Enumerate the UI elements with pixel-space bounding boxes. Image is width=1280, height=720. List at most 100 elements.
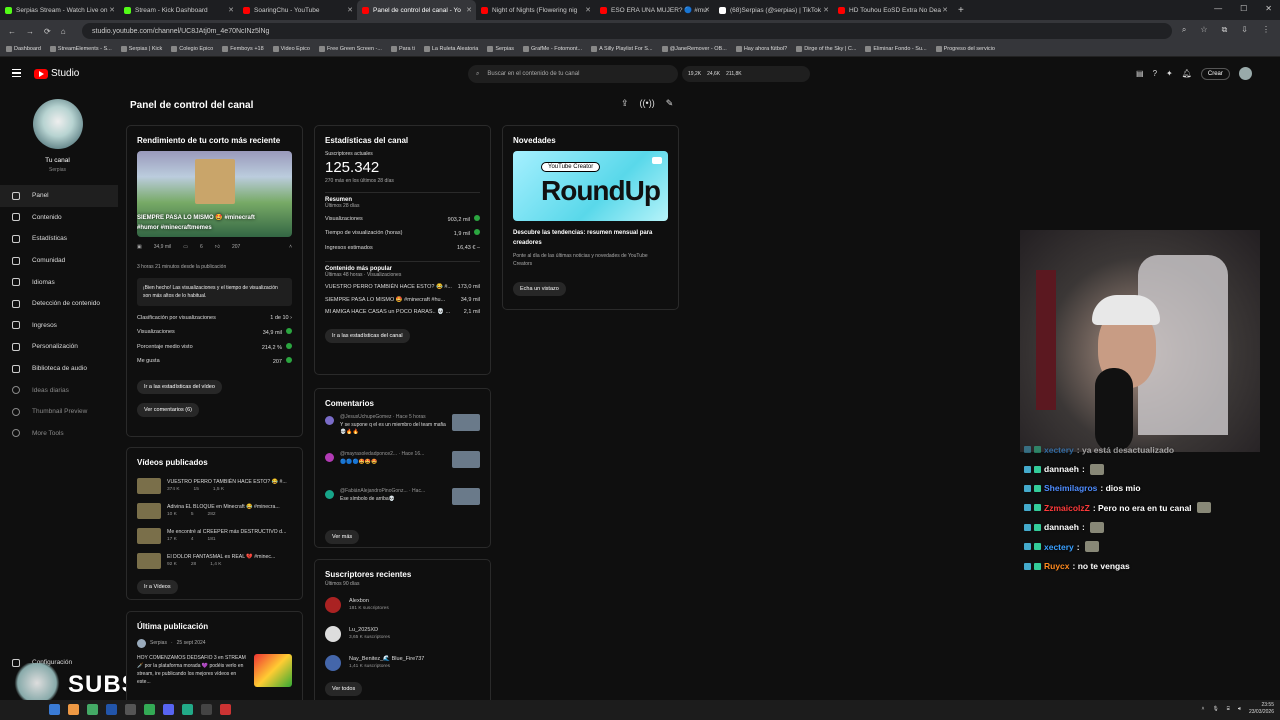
sidebar-item-idiomas[interactable]: Idiomas (0, 271, 118, 293)
maximize-icon[interactable]: ☐ (1240, 4, 1247, 13)
download-icon[interactable]: ⇩ (1241, 25, 1248, 35)
account-avatar[interactable] (1238, 67, 1252, 80)
window-controls[interactable]: — ☐ ✕ (1214, 4, 1272, 13)
news-headline[interactable]: Descubre las tendencias: resumen mensual… (513, 229, 668, 248)
browser-tab[interactable]: HD Touhou EoSD Extra No Dea ✕ (833, 0, 952, 20)
taskbar-app-icon[interactable] (30, 704, 41, 715)
tab-close-icon[interactable]: ✕ (823, 6, 829, 14)
bookmark-item[interactable]: Serpias (487, 46, 514, 52)
sidebar-item-ideas-diarias[interactable]: Ideas diarias (0, 379, 118, 401)
live-icon[interactable]: ((•)) (640, 98, 655, 109)
bookmark-item[interactable]: GrafMe - Fotomont... (523, 46, 582, 52)
bookmark-item[interactable]: Femboys +18 (222, 46, 264, 52)
clock[interactable]: 23:55 23/03/2026 (1249, 702, 1274, 715)
metric-row[interactable]: Clasificación por visualizaciones 1 de 10… (137, 311, 292, 325)
back-icon[interactable]: ← (8, 27, 16, 36)
realtime-stats[interactable]: 19,2K 24,6K 211,8K (682, 66, 810, 82)
minimize-icon[interactable]: — (1214, 4, 1222, 13)
sidebar-item-panel[interactable]: Panel (0, 185, 118, 207)
upload-icon[interactable]: ⇪ (621, 98, 629, 109)
channel-stats-button[interactable]: Ir a las estadísticas del canal (325, 329, 410, 344)
comment-item[interactable]: @FabiánAlejandroPinoGonz... · Hac... Ese … (325, 488, 480, 525)
browser-tab[interactable]: Night of Nights (Flowering nig ✕ (476, 0, 595, 20)
sidebar-item-comunidad[interactable]: Comunidad (0, 250, 118, 272)
collapse-chevron-icon[interactable]: ˄ (289, 244, 292, 250)
bookmark-item[interactable]: @JaneRemover - OB... (661, 46, 727, 52)
network-icon[interactable]: ⌸ (1227, 706, 1230, 712)
bookmark-item[interactable]: Colegio Epico (171, 46, 213, 52)
bookmark-item[interactable]: Serpias | Kick (120, 46, 162, 52)
browser-tab[interactable]: Panel de control del canal - Yo ✕ (357, 0, 476, 20)
see-more-button[interactable]: Ver más (325, 530, 360, 544)
subscriber-item[interactable]: Nay_Benitez_🌊 Blue_Fire737 1,41 K suscrip… (325, 648, 480, 677)
sidebar-item-biblioteca-de-audio[interactable]: Biblioteca de audio (0, 358, 118, 380)
extensions-icon[interactable]: ⧉ (1222, 25, 1228, 35)
taskbar-app-icon[interactable] (201, 704, 212, 715)
forward-icon[interactable]: → (26, 27, 34, 36)
captions-icon[interactable]: ▤ (1136, 69, 1144, 78)
search-input[interactable]: ⌕ Buscar en el contenido de tu canal (468, 65, 678, 83)
bookmark-item[interactable]: Eliminar Fondo - Su... (865, 46, 927, 52)
short-video-title[interactable]: SIEMPRE PASA LO MISMO 🤩 #minecraft #humo… (137, 214, 277, 233)
bookmark-item[interactable]: A Silly Playlist For S... (591, 46, 653, 52)
taskbar-app-icon[interactable] (125, 704, 136, 715)
sidebar-item-contenido[interactable]: Contenido (0, 207, 118, 229)
bookmark-item[interactable]: Hay ahora fútbol? (735, 46, 787, 52)
url-field[interactable]: studio.youtube.com/channel/UC8JAtj0m_4e7… (82, 23, 1172, 39)
bookmark-item[interactable]: La Ruleta Aleatoria (423, 46, 478, 52)
sidebar-item-more-tools[interactable]: More Tools (0, 423, 118, 445)
browser-tab[interactable]: (68)Serpias (@serpias) | TikTok ✕ (714, 0, 833, 20)
bookmark-star-icon[interactable]: ☆ (1200, 25, 1207, 35)
taskbar-app-icon[interactable] (106, 704, 117, 715)
sidebar-item-ingresos[interactable]: Ingresos (0, 315, 118, 337)
browser-tab[interactable]: Serpias Stream - Watch Live on ✕ (0, 0, 119, 20)
create-button[interactable]: Crear (1200, 67, 1230, 80)
subscriber-item[interactable]: Alexbon 181 K suscriptores (325, 590, 480, 619)
browser-tab[interactable]: ESO ERA UNA MUJER? 🔵 #mu ✕ (595, 0, 714, 20)
reload-icon[interactable]: ⟳ (44, 27, 51, 36)
comment-item[interactable]: @JesusUchupeGomez · Hace 5 horas Y se sup… (325, 414, 480, 451)
notifications-icon[interactable]: 🔔︎ (1182, 69, 1192, 78)
sidebar-item-estadísticas[interactable]: Estadísticas (0, 228, 118, 250)
tab-close-icon[interactable]: ✕ (585, 6, 591, 14)
zoom-icon[interactable]: ⌕ (1182, 25, 1186, 35)
list-item[interactable]: El DOLOR FANTASMAL es REAL 💔 #minec... 92… (137, 548, 292, 573)
home-icon[interactable]: ⌂ (61, 27, 66, 36)
taskbar-app-icon[interactable] (163, 704, 174, 715)
sidebar-item-personalización[interactable]: Personalización (0, 336, 118, 358)
bookmark-item[interactable]: StreamElements - S... (49, 46, 112, 52)
tab-close-icon[interactable]: ✕ (347, 6, 353, 14)
bookmark-item[interactable]: Progreso del servicio (935, 46, 995, 52)
tray-chevron-icon[interactable]: ˄ (1202, 706, 1205, 712)
video-stats-button[interactable]: Ir a las estadísticas del vídeo (137, 380, 222, 395)
taskbar-app-icon[interactable] (87, 704, 98, 715)
browser-tab[interactable]: Stream - Kick Dashboard ✕ (119, 0, 238, 20)
list-item[interactable]: Adivina EL BLOQUE en Minecraft 😂 #minecr… (137, 498, 292, 523)
volume-icon[interactable]: 🔊︎ (1238, 706, 1241, 712)
menu-dots-icon[interactable]: ⋮ (1262, 25, 1270, 35)
tab-close-icon[interactable]: ✕ (466, 6, 472, 14)
bookmark-item[interactable]: Free Green Screen -... (318, 46, 382, 52)
check-it-out-button[interactable]: Echa un vistazo (513, 282, 566, 297)
subscriber-item[interactable]: Lu_2025XD 3,65 K suscriptores (325, 619, 480, 648)
bookmark-item[interactable]: Dashboard (6, 46, 41, 52)
popular-row[interactable]: SIEMPRE PASA LO MISMO 🤩 #minecraft #hu..… (325, 293, 480, 306)
taskbar-app-icon[interactable] (144, 704, 155, 715)
post-image[interactable] (254, 654, 292, 687)
tab-close-icon[interactable]: ✕ (704, 6, 710, 14)
sidebar-item-thumbnail-preview[interactable]: Thumbnail Preview (0, 401, 118, 423)
popular-row[interactable]: MI AMIGA HACE CASAS un POCO RARAS.. 💀 ..… (325, 306, 480, 319)
bookmark-item[interactable]: Dirge of the Sky | C... (796, 46, 856, 52)
list-item[interactable]: VUESTRO PERRO TAMBIÉN HACE ESTO? 😂 #... 3… (137, 473, 292, 498)
bookmark-item[interactable]: Para ti (390, 46, 415, 52)
close-window-icon[interactable]: ✕ (1265, 4, 1272, 13)
taskbar-app-icon[interactable] (68, 704, 79, 715)
bookmark-item[interactable]: Video Epico (272, 46, 310, 52)
help-icon[interactable]: ? (1153, 69, 1157, 78)
hamburger-menu-icon[interactable] (12, 69, 21, 77)
tab-close-icon[interactable]: ✕ (228, 6, 234, 14)
taskbar-app-icon[interactable] (182, 704, 193, 715)
view-comments-button[interactable]: Ver comentarios (6) (137, 403, 199, 418)
new-tab-icon[interactable]: + (952, 5, 964, 16)
comment-item[interactable]: @mayrasoledadponce2... · Hace 16... 🔵🔵🔵🤩🤩… (325, 451, 480, 488)
